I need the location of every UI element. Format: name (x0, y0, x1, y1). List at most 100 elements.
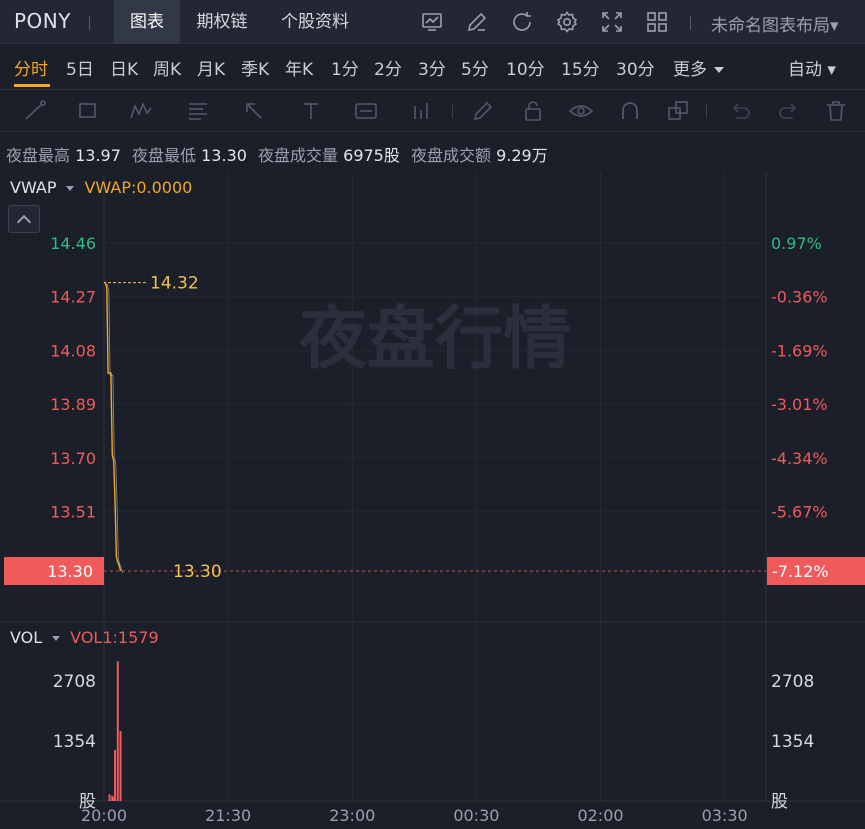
auto-caret-icon: ▾ (827, 60, 836, 80)
magnet-icon[interactable] (617, 98, 643, 124)
price-tick-label: 13.51 (50, 503, 96, 522)
vol-left-tick-label: 2708 (53, 672, 96, 692)
stat-turnover-value: 9.29万 (496, 146, 548, 165)
interval-5d[interactable]: 5日 (66, 55, 94, 80)
rectangle-icon[interactable] (75, 98, 101, 124)
stat-volume-label: 夜盘成交量 (258, 146, 339, 165)
interval-year[interactable]: 年K (285, 55, 313, 80)
chart-svg[interactable]: 夜盘行情 20:00 21:30 23:00 00:30 02:00 03:3014.46… (0, 172, 865, 829)
vol-indicator-value: VOL1:1579 (70, 628, 159, 647)
tab-chart[interactable]: 图表 (114, 0, 180, 44)
text-icon[interactable] (298, 98, 324, 124)
chart-area[interactable]: 夜盘行情 20:00 21:30 23:00 00:30 02:00 03:30 14.46… (0, 172, 865, 829)
price-tick-label: 13.70 (50, 449, 96, 468)
high-price-label: 14.32 (150, 274, 199, 294)
lock-icon[interactable] (520, 98, 546, 124)
toolbar-separator (690, 16, 691, 30)
price-tick-label: 14.08 (50, 341, 96, 360)
collapse-button[interactable] (8, 205, 40, 233)
stat-high-value: 13.97 (75, 146, 121, 165)
tools-separator-2 (706, 104, 707, 118)
interval-30m[interactable]: 30分 (616, 55, 655, 80)
interval-1m[interactable]: 1分 (331, 55, 359, 80)
interval-bar: 分时 5日 日K 周K 月K 季K 年K 1分 2分 3分 5分 10分 15分… (0, 44, 865, 90)
more-caret-icon (714, 67, 724, 73)
auto-dropdown[interactable]: 自动 ▾ (788, 55, 836, 80)
interval-10m[interactable]: 10分 (506, 55, 545, 80)
symbol-label[interactable]: PONY (14, 9, 71, 33)
drawing-toolbar (0, 90, 865, 132)
refresh-icon[interactable] (510, 10, 534, 34)
vol-caret-icon[interactable] (52, 636, 61, 641)
tools-separator (452, 104, 453, 118)
pct-tick-label: -5.67% (771, 503, 828, 522)
grid-layout-icon[interactable] (645, 10, 669, 34)
vwap-indicator-value: VWAP:0.0000 (84, 178, 193, 197)
vwap-indicator-name[interactable]: VWAP (10, 178, 56, 197)
arrow-icon[interactable] (241, 98, 267, 124)
low-price-label: 13.30 (173, 562, 222, 582)
pct-tick-label: -0.36% (771, 288, 828, 307)
interval-3m[interactable]: 3分 (418, 55, 446, 80)
vwap-caret-icon[interactable] (66, 186, 75, 191)
vol-indicator-name[interactable]: VOL (10, 628, 42, 647)
layout-name-dropdown[interactable]: 未命名图表布局▾ (711, 11, 839, 36)
interval-5m[interactable]: 5分 (461, 55, 489, 80)
interval-15m[interactable]: 15分 (561, 55, 600, 80)
vwap-indicator-row[interactable]: VWAP VWAP:0.0000 (10, 178, 192, 197)
vol-right-tick-label: 股 (771, 792, 788, 812)
time-tick-label: 02:00 (577, 806, 623, 825)
auto-label: 自动 (788, 60, 822, 80)
stat-turnover-label: 夜盘成交额 (410, 146, 491, 165)
layout-caret-icon: ▾ (830, 16, 839, 36)
fib-icon[interactable] (185, 98, 211, 124)
pct-tick-label: -1.69% (771, 341, 828, 360)
layers-icon[interactable] (665, 98, 691, 124)
volume-bar (119, 731, 122, 801)
tab-company-profile[interactable]: 个股资料 (264, 0, 366, 44)
time-tick-label: 21:30 (205, 806, 251, 825)
redo-icon[interactable] (776, 98, 802, 124)
time-tick-label: 03:30 (702, 806, 748, 825)
tab-option-chain[interactable]: 期权链 (180, 0, 264, 44)
undo-icon[interactable] (727, 98, 753, 124)
fullscreen-icon[interactable] (600, 10, 624, 34)
volume-bar (108, 794, 111, 801)
annotation-icon[interactable] (353, 98, 379, 124)
brush-icon[interactable] (470, 98, 496, 124)
draw-pen-icon[interactable] (465, 10, 489, 34)
vol-left-tick-label: 1354 (53, 732, 96, 752)
current-price-tag-text: 13.30 (47, 562, 93, 581)
settings-gear-icon[interactable] (555, 10, 579, 34)
vol-right-tick-label: 2708 (771, 672, 814, 692)
indicator-chart-icon[interactable] (420, 10, 444, 34)
interval-2m[interactable]: 2分 (374, 55, 402, 80)
layout-name-label: 未命名图表布局 (711, 16, 830, 36)
eye-icon[interactable] (568, 98, 594, 124)
interval-active-indicator (14, 84, 50, 87)
stat-low-value: 13.30 (201, 146, 247, 165)
vol-indicator-row[interactable]: VOL VOL1:1579 (10, 628, 159, 647)
trend-line-icon[interactable] (22, 98, 48, 124)
trash-icon[interactable] (823, 98, 849, 124)
pattern-icon[interactable] (128, 98, 154, 124)
interval-week[interactable]: 周K (153, 55, 181, 80)
symbol-separator (89, 16, 90, 30)
bar-pattern-icon[interactable] (408, 98, 434, 124)
vol-left-tick-label: 股 (79, 792, 96, 812)
night-session-stats: 夜盘最高 13.97 夜盘最低 13.30 夜盘成交量 6975股 夜盘成交额 … (6, 142, 554, 166)
stat-volume-value: 6975股 (343, 146, 400, 165)
interval-timeshare[interactable]: 分时 (14, 55, 48, 80)
volume-bar (116, 661, 119, 801)
time-tick-label: 00:30 (453, 806, 499, 825)
pct-tick-label: 0.97% (771, 234, 822, 253)
interval-day[interactable]: 日K (110, 55, 138, 80)
interval-more-dropdown[interactable]: 更多 (673, 55, 724, 80)
interval-month[interactable]: 月K (197, 55, 225, 80)
top-bar: PONY 图表 期权链 个股资料 未命名图表布局▾ (0, 0, 865, 44)
current-pct-tag-text: -7.12% (772, 562, 829, 581)
price-tick-label: 14.27 (50, 288, 96, 307)
interval-quarter[interactable]: 季K (241, 55, 269, 80)
avg-price-line (106, 284, 123, 574)
volume-bar (114, 750, 117, 801)
